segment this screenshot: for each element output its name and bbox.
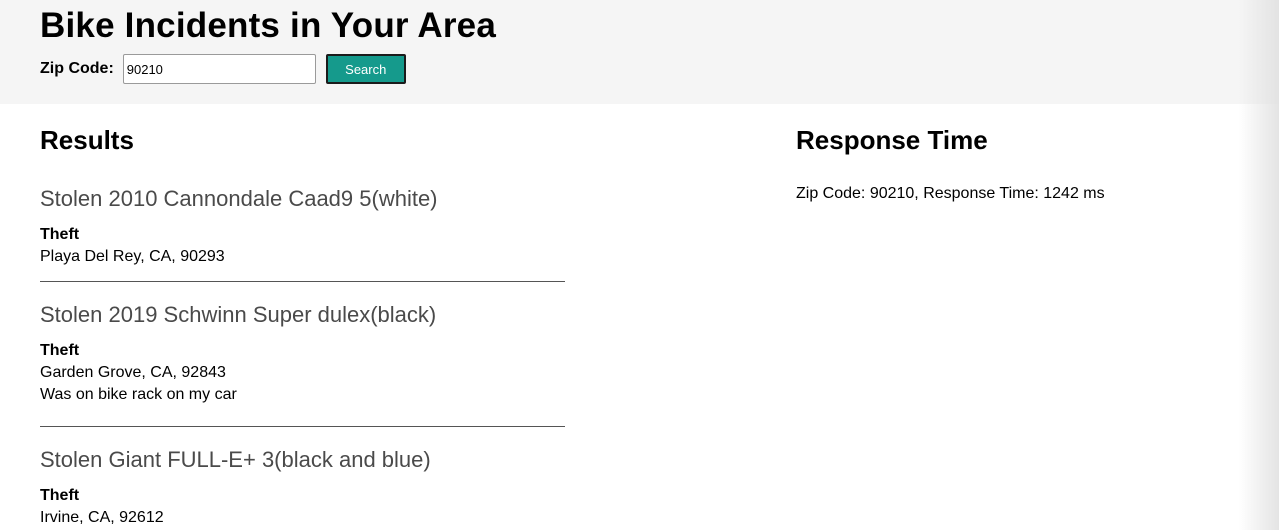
incident-type: Theft: [40, 342, 80, 359]
search-form: Zip Code: Search: [40, 54, 406, 84]
zip-code-input[interactable]: [122, 54, 316, 84]
response-time-summary: Zip Code: 90210, Response Time: 1242 ms: [796, 185, 1105, 202]
zip-code-label: Zip Code:: [40, 60, 114, 77]
incident-item: Stolen Giant FULL-E+ 3(black and blue) T…: [40, 427, 565, 529]
incident-type: Theft: [40, 226, 80, 243]
response-time-section: Response Time Zip Code: 90210, Response …: [796, 125, 1236, 204]
incident-type: Theft: [40, 487, 80, 504]
page: Bike Incidents in Your Area Zip Code: Se…: [0, 0, 1279, 530]
incident-item: Stolen 2019 Schwinn Super dulex(black) T…: [40, 282, 565, 427]
page-title: Bike Incidents in Your Area: [40, 6, 496, 45]
results-section: Results Stolen 2010 Cannondale Caad9 5(w…: [40, 125, 565, 529]
incident-title: Stolen 2010 Cannondale Caad9 5(white): [40, 186, 438, 211]
incident-location: Playa Del Rey, CA, 90293: [40, 248, 225, 265]
incident-description: Was on bike rack on my car: [40, 386, 237, 403]
header: Bike Incidents in Your Area Zip Code: Se…: [0, 0, 1279, 104]
response-time-heading: Response Time: [796, 125, 988, 155]
results-heading: Results: [40, 125, 134, 155]
incident-item: Stolen 2010 Cannondale Caad9 5(white) Th…: [40, 156, 565, 282]
incident-title: Stolen Giant FULL-E+ 3(black and blue): [40, 447, 431, 472]
incident-location: Irvine, CA, 92612: [40, 509, 164, 526]
incident-title: Stolen 2019 Schwinn Super dulex(black): [40, 302, 437, 327]
incident-location: Garden Grove, CA, 92843: [40, 364, 226, 381]
search-button[interactable]: Search: [325, 54, 406, 84]
